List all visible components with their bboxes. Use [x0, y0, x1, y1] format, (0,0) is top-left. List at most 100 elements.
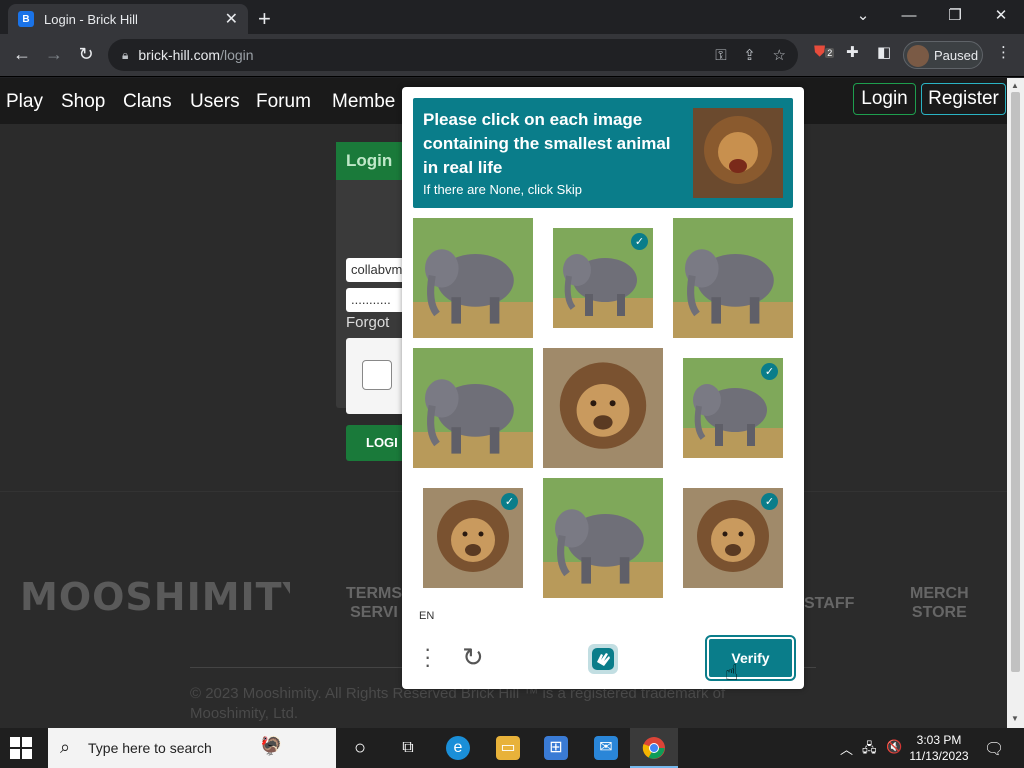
selected-check-icon: ✓ — [501, 493, 518, 510]
footer-merch-link[interactable]: MERCH STORE — [910, 584, 969, 622]
network-icon[interactable]: 🖧 — [862, 739, 877, 761]
new-tab-plus-icon[interactable]: + — [258, 6, 271, 32]
avatar — [907, 45, 929, 67]
verify-button[interactable]: Verify — [705, 635, 796, 681]
profile-status: Paused — [934, 47, 979, 63]
address-bar[interactable]: 🔒︎ brick-hill.com/login ⚿ ⇪ ☆ — [108, 39, 798, 71]
profile-paused-button[interactable]: Paused — [903, 41, 983, 69]
edge-icon[interactable]: e — [446, 736, 470, 760]
nav-users[interactable]: Users — [190, 91, 240, 113]
challenge-tile-elephant[interactable] — [673, 218, 793, 338]
tab-title: Login - Brick Hill — [44, 11, 138, 27]
mooshimity-logo-text: MOOSHIMITY — [20, 575, 290, 618]
challenge-tile-elephant[interactable] — [413, 218, 533, 338]
search-icon: ⌕ — [60, 737, 71, 757]
elephant-image — [543, 478, 663, 598]
site-login-button[interactable]: Login — [853, 83, 916, 115]
refresh-challenge-icon[interactable]: ↻ — [462, 642, 484, 673]
nav-forum[interactable]: Forum — [256, 91, 311, 113]
footer-terms-line2: SERVI — [350, 604, 398, 621]
language-selector[interactable]: EN — [419, 610, 434, 622]
mooshimity-logo: MOOSHIMITY — [20, 572, 310, 628]
reload-icon[interactable]: ↻ — [74, 44, 98, 65]
challenge-prompt: Please click on each image containing th… — [413, 98, 793, 208]
notifications-icon[interactable]: 🗨 — [984, 739, 1004, 759]
challenge-tile-lion[interactable]: ✓ — [683, 488, 783, 588]
forward-arrow-icon[interactable]: → — [42, 44, 66, 65]
chrome-taskbar-button[interactable] — [630, 728, 678, 768]
restore-icon[interactable]: ❐ — [932, 0, 978, 30]
elephant-image — [413, 348, 533, 468]
footer-staff-link[interactable]: STAFF — [804, 594, 854, 613]
nav-shop[interactable]: Shop — [61, 91, 105, 113]
extension-badge: 2 — [825, 48, 835, 58]
footer-merch-line1: MERCH — [910, 585, 969, 602]
copyright-line2: Mooshimity, Ltd. — [190, 705, 299, 722]
taskbar-clock[interactable]: 3:03 PM 11/13/2023 — [908, 732, 970, 764]
brick-hill-favicon-icon: B — [18, 11, 34, 27]
close-tab-icon[interactable]: ✕ — [225, 9, 238, 29]
challenge-tile-lion[interactable] — [543, 348, 663, 468]
bookmark-star-icon[interactable]: ☆ — [773, 47, 786, 64]
tab-search-chevron-icon[interactable]: ⌄ — [840, 0, 886, 30]
file-explorer-icon[interactable]: ▭ — [496, 736, 520, 760]
volume-muted-icon[interactable]: 🔇 — [886, 739, 902, 755]
taskbar-search-placeholder: Type here to search — [88, 740, 212, 756]
browser-toolbar: ← → ↻ 🔒︎ brick-hill.com/login ⚿ ⇪ ☆ ⛊ 2 ✚… — [0, 34, 1024, 77]
footer-terms-link[interactable]: TERMS SERVI — [346, 584, 402, 622]
close-window-icon[interactable]: ✕ — [978, 0, 1024, 30]
site-register-button[interactable]: Register — [921, 83, 1006, 115]
chrome-icon — [642, 737, 665, 759]
tray-chevron-icon[interactable]: ︿ — [840, 739, 853, 758]
challenge-question: Please click on each image containing th… — [423, 110, 671, 177]
task-view-icon[interactable]: ⧉ — [396, 736, 420, 760]
omnibox-actions: ⚿ ⇪ ☆ — [715, 46, 786, 64]
footer-terms-line1: TERMS — [346, 585, 402, 602]
share-icon[interactable]: ⇪ — [743, 47, 756, 64]
menu-dots-icon[interactable]: · · · — [424, 638, 431, 676]
scroll-up-icon[interactable]: ▲ — [1011, 81, 1019, 90]
selected-check-icon: ✓ — [631, 233, 648, 250]
scrollbar-thumb[interactable] — [1011, 92, 1020, 672]
search-highlight-icon: 🦃 — [260, 736, 283, 756]
url-path: /login — [220, 47, 254, 63]
browser-tab[interactable]: B Login - Brick Hill ✕ — [8, 4, 248, 34]
mouse-cursor-icon: ☝ — [725, 660, 739, 685]
elephant-image — [673, 218, 793, 338]
challenge-tile-lion[interactable]: ✓ — [423, 488, 523, 588]
browser-tab-strip: B Login - Brick Hill ✕ + ⌄ — ❐ ✕ — [0, 0, 1024, 34]
scroll-down-icon[interactable]: ▼ — [1011, 714, 1019, 723]
challenge-tile-elephant[interactable] — [543, 478, 663, 598]
minimize-icon[interactable]: — — [886, 0, 932, 30]
key-icon[interactable]: ⚿ — [715, 47, 726, 64]
nav-play[interactable]: Play — [6, 91, 43, 113]
nav-clans[interactable]: Clans — [123, 91, 172, 113]
store-icon[interactable]: ⊞ — [544, 736, 568, 760]
back-arrow-icon[interactable]: ← — [10, 44, 34, 65]
page-scrollbar[interactable]: ▲ ▼ — [1007, 78, 1024, 728]
captcha-checkbox[interactable] — [362, 360, 392, 390]
challenge-tile-elephant[interactable]: ✓ — [553, 228, 653, 328]
lock-icon: 🔒︎ — [122, 47, 129, 62]
selected-check-icon: ✓ — [761, 363, 778, 380]
challenge-tile-elephant[interactable]: ✓ — [683, 358, 783, 458]
cortana-icon[interactable]: ○ — [348, 736, 372, 760]
footer-copyright: © 2023 Mooshimity. All Rights Reserved B… — [190, 684, 810, 724]
chrome-menu-icon[interactable]: ⋮ — [996, 43, 1011, 61]
elephant-image — [413, 218, 533, 338]
footer-merch-line2: STORE — [911, 604, 967, 621]
mail-icon[interactable]: ✉ — [594, 736, 618, 760]
nav-membership[interactable]: Membe — [332, 91, 395, 113]
forgot-password-link[interactable]: Forgot — [346, 314, 389, 331]
taskbar-search-box[interactable]: ⌕ Type here to search 🦃 — [48, 728, 336, 768]
clock-time: 3:03 PM — [916, 733, 962, 747]
windows-start-icon[interactable] — [10, 737, 32, 759]
challenge-tile-elephant[interactable] — [413, 348, 533, 468]
hcaptcha-challenge: Please click on each image containing th… — [402, 87, 804, 689]
ublock-extension-icon[interactable]: ⛊ 2 — [814, 43, 835, 60]
mooshimity-logo-graphic: MOOSHIMITY — [20, 575, 310, 619]
hcaptcha-logo-icon[interactable] — [586, 642, 620, 676]
lion-image — [543, 348, 663, 468]
side-panel-icon[interactable]: ◧ — [877, 43, 891, 61]
extensions-puzzle-icon[interactable]: ✚ — [846, 43, 859, 61]
